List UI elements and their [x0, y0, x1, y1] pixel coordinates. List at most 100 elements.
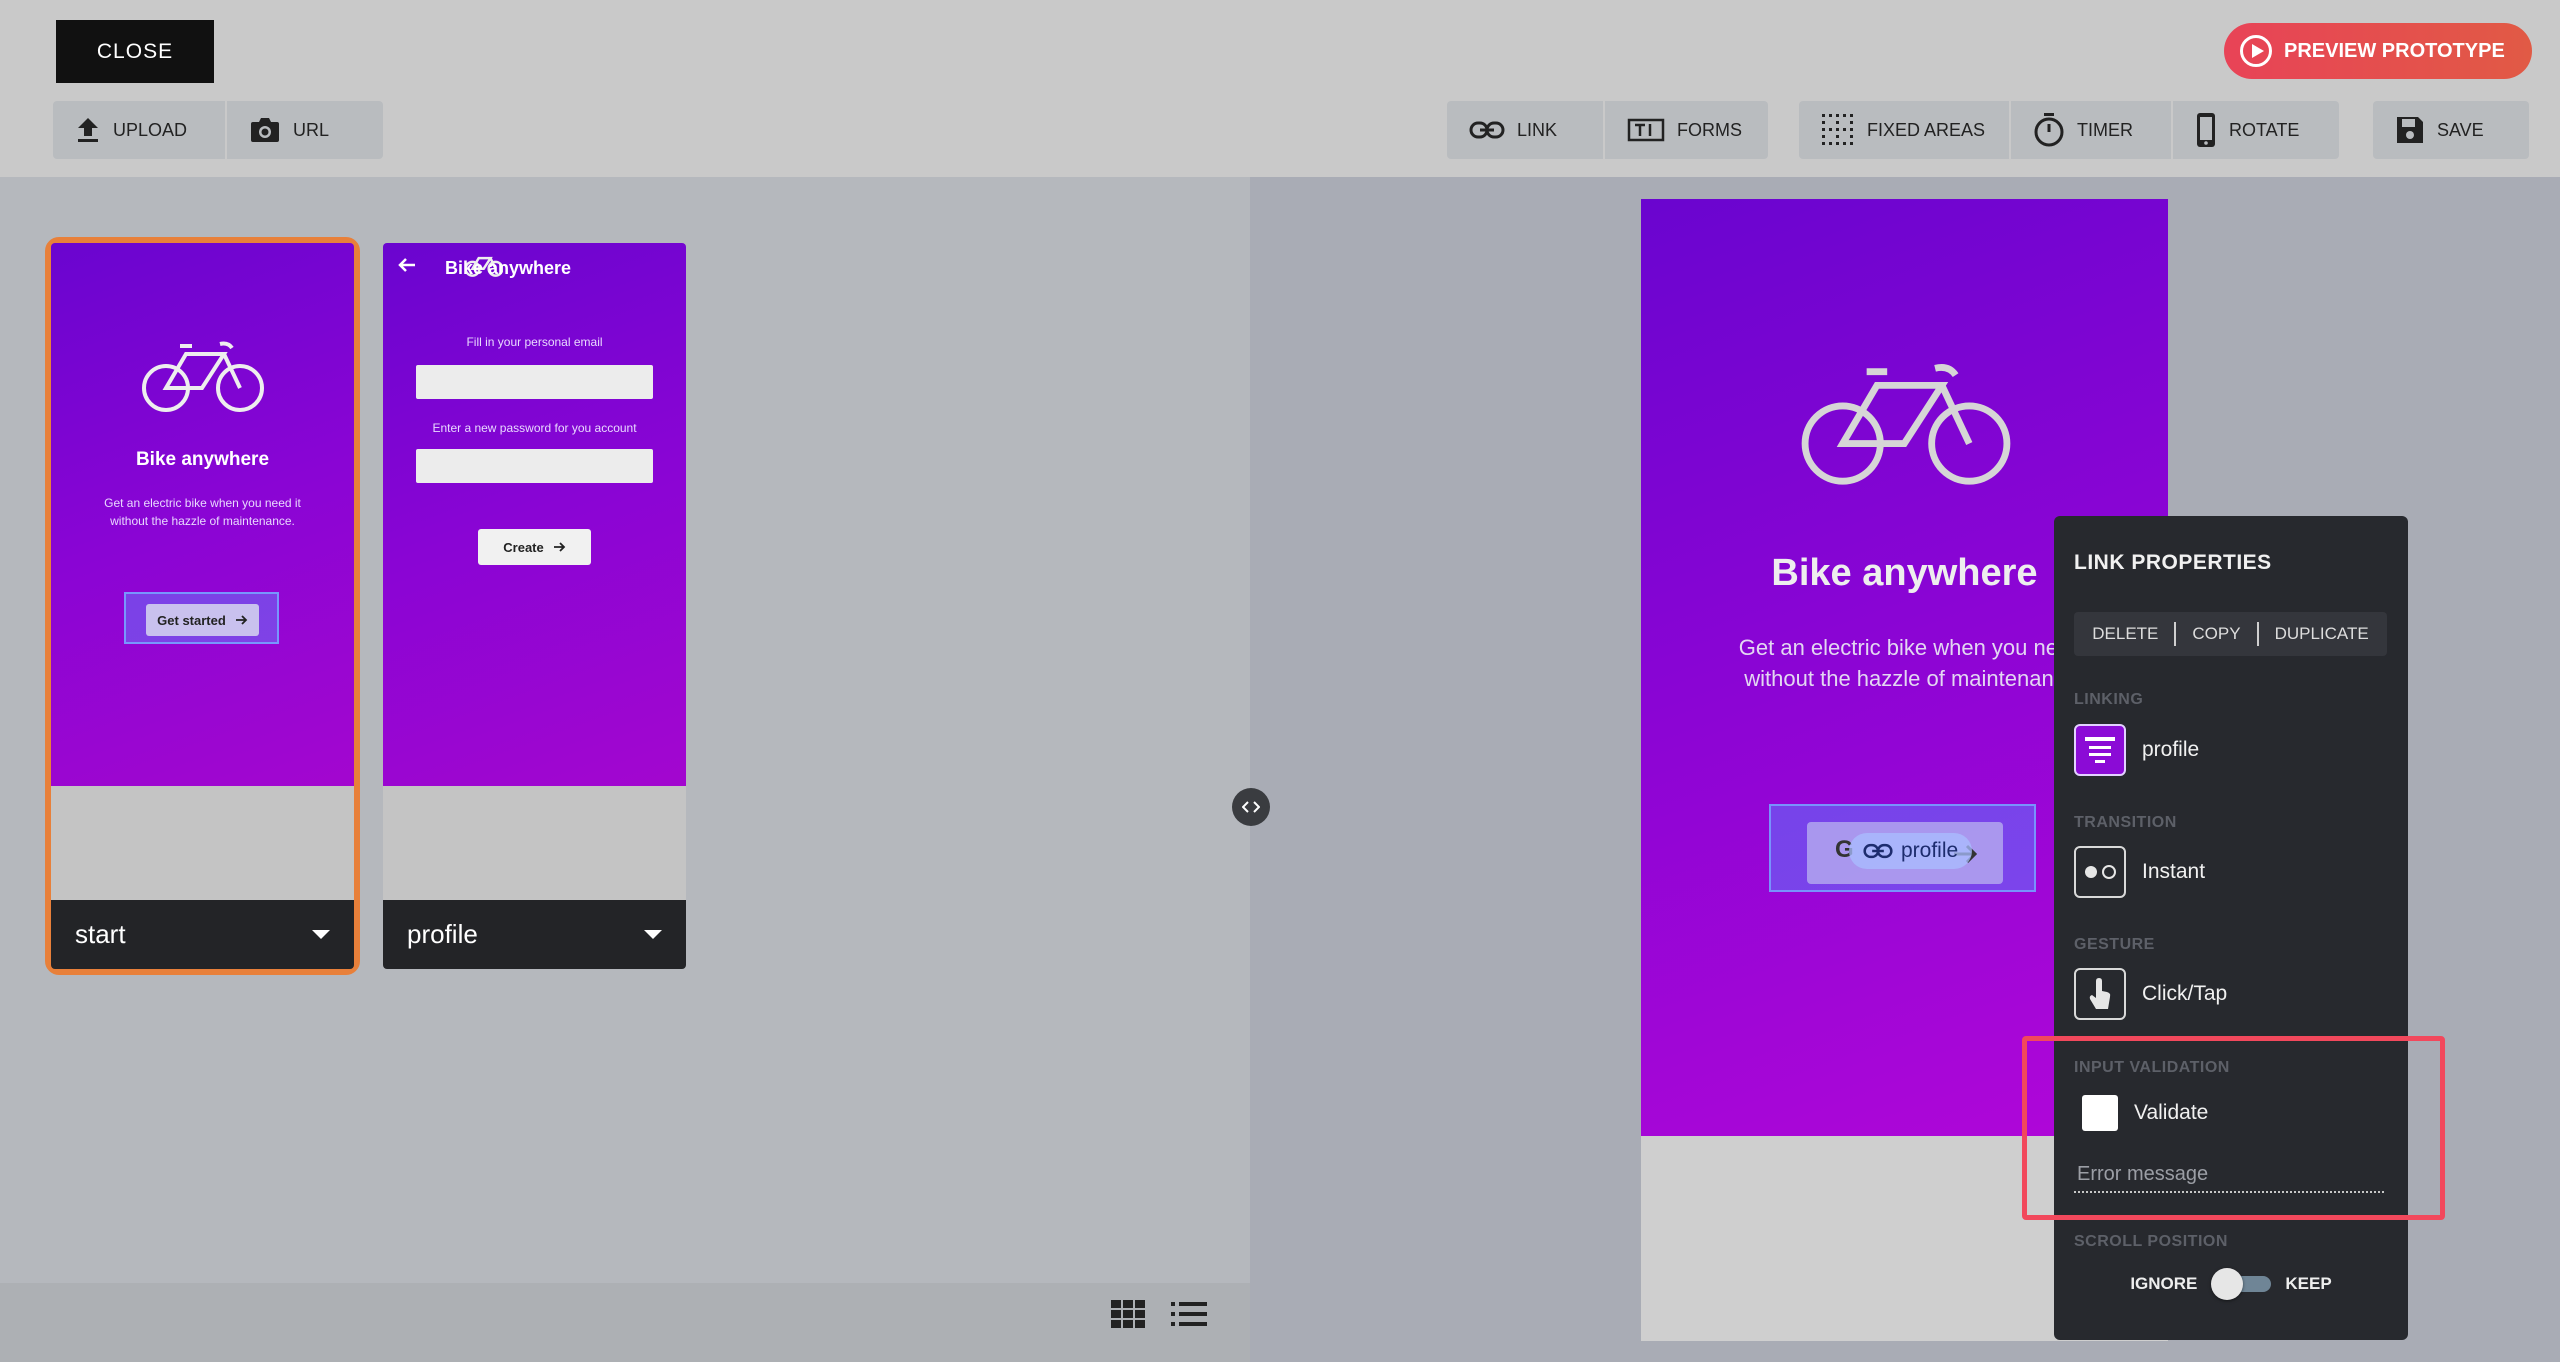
get-started-label: Get started — [157, 612, 226, 628]
link-icon — [1469, 121, 1505, 139]
list-view-icon[interactable] — [1171, 1300, 1207, 1328]
screen-text-line2: without the hazzle of maintenance. — [110, 514, 295, 528]
scroll-position-section-label: SCROLL POSITION — [2074, 1233, 2228, 1250]
text-field-icon — [1627, 118, 1665, 142]
fixed-areas-button[interactable]: FIXED AREAS — [1799, 101, 2011, 159]
transition-selector[interactable]: Instant — [2074, 846, 2205, 898]
link-button[interactable]: LINK — [1447, 101, 1605, 159]
back-arrow-icon — [398, 258, 415, 272]
dotted-grid-icon — [1822, 114, 1853, 145]
close-button[interactable]: CLOSE — [56, 20, 214, 83]
link-label: LINK — [1517, 119, 1558, 140]
gesture-value: Click/Tap — [2142, 982, 2228, 1005]
toggle-knob — [2211, 1268, 2244, 1300]
ignore-label: IGNORE — [2130, 1274, 2198, 1293]
screen-header: Bike anywhere — [445, 258, 572, 278]
link-forms-group: LINK FORMS — [1447, 101, 1768, 159]
caret-down-icon[interactable] — [644, 930, 662, 939]
forms-button[interactable]: FORMS — [1605, 101, 1768, 159]
panel-title: LINK PROPERTIES — [2074, 551, 2272, 574]
play-icon — [2240, 35, 2272, 67]
transition-section-label: TRANSITION — [2074, 814, 2177, 831]
linking-target-selector[interactable]: profile — [2074, 724, 2199, 776]
screen-preview: Bike anywhere Get an electric bike when … — [51, 243, 354, 786]
screen-footer[interactable]: profile — [383, 900, 686, 969]
bicycle-icon — [142, 341, 264, 412]
upload-icon — [78, 118, 98, 142]
tap-hand-icon — [2074, 968, 2126, 1020]
get-started-button: Get started — [146, 604, 259, 636]
gesture-selector[interactable]: Click/Tap — [2074, 968, 2227, 1020]
password-input — [416, 449, 653, 483]
preview-prototype-label: PREVIEW PROTOTYPE — [2284, 39, 2505, 62]
view-mode-switch — [1111, 1300, 1207, 1328]
keep-label: KEEP — [2285, 1274, 2332, 1293]
view-mode-bar — [0, 1283, 1250, 1362]
screen-text-line1: Get an electric bike when you need it — [104, 496, 301, 510]
separator — [2174, 622, 2177, 646]
screen-title: Bike anywhere — [135, 449, 270, 470]
camera-icon — [251, 118, 279, 142]
link-chip-label: profile — [1901, 839, 1959, 862]
caret-down-icon[interactable] — [312, 930, 330, 939]
screen-preview: Bike anywhere Fill in your personal emai… — [383, 243, 686, 786]
url-button[interactable]: URL — [227, 101, 383, 159]
validate-checkbox[interactable] — [2082, 1095, 2118, 1131]
copy-link-button[interactable]: COPY — [2192, 624, 2240, 644]
password-label: Enter a new password for you account — [432, 421, 637, 435]
url-label: URL — [293, 119, 330, 140]
gesture-section-label: GESTURE — [2074, 936, 2155, 953]
delete-link-button[interactable]: DELETE — [2092, 624, 2158, 644]
grid-view-icon[interactable] — [1111, 1300, 1145, 1328]
code-arrows-icon — [1242, 801, 1260, 813]
panel-resize-handle[interactable] — [1232, 788, 1270, 826]
linking-section-label: LINKING — [2074, 691, 2144, 708]
arrow-right-icon — [553, 542, 566, 552]
rotate-label: ROTATE — [2229, 119, 2300, 140]
input-validation-section-label: INPUT VALIDATION — [2074, 1059, 2230, 1076]
top-toolbar: CLOSE PREVIEW PROTOTYPE UPLOAD URL LINK … — [0, 0, 2560, 177]
screen-tools-group: FIXED AREAS TIMER ROTATE — [1799, 101, 2339, 159]
screen-blank-area — [51, 786, 354, 900]
transition-dots-icon — [2074, 846, 2126, 898]
create-label: Create — [503, 539, 544, 555]
timer-button[interactable]: TIMER — [2011, 101, 2173, 159]
screen-thumbnail-icon — [2074, 724, 2126, 776]
arrow-right-icon — [235, 615, 248, 625]
link-actions: DELETE COPY DUPLICATE — [2074, 612, 2387, 656]
email-label: Fill in your personal email — [466, 335, 603, 349]
upload-button[interactable]: UPLOAD — [53, 101, 227, 159]
create-button: Create — [478, 529, 591, 565]
validate-option[interactable]: Validate — [2082, 1095, 2208, 1131]
scroll-position-switch: IGNORE KEEP — [2054, 1268, 2408, 1300]
screen-thumb-profile[interactable]: Bike anywhere Fill in your personal emai… — [383, 243, 686, 969]
save-label: SAVE — [2437, 119, 2484, 140]
duplicate-link-button[interactable]: DUPLICATE — [2275, 624, 2369, 644]
timer-icon — [2034, 113, 2064, 147]
screen-name: profile — [407, 919, 478, 949]
screen-thumb-start[interactable]: Bike anywhere Get an electric bike when … — [45, 237, 360, 975]
floppy-disk-icon — [2397, 117, 2423, 143]
linking-value: profile — [2142, 738, 2200, 761]
upload-group: UPLOAD URL — [53, 101, 383, 159]
upload-label: UPLOAD — [113, 119, 188, 140]
fixed-areas-label: FIXED AREAS — [1867, 119, 1986, 140]
save-button[interactable]: SAVE — [2373, 101, 2529, 159]
separator — [2256, 622, 2259, 646]
rotate-button[interactable]: ROTATE — [2173, 101, 2339, 159]
bicycle-icon — [1801, 363, 2011, 485]
link-target-chip[interactable]: profile — [1849, 833, 1973, 869]
timer-label: TIMER — [2077, 119, 2133, 140]
forms-label: FORMS — [1677, 119, 1742, 140]
link-icon — [1863, 843, 1893, 859]
screen-footer[interactable]: start — [51, 900, 354, 969]
scroll-position-toggle[interactable] — [2211, 1268, 2272, 1300]
validate-label: Validate — [2134, 1101, 2209, 1124]
save-group: SAVE — [2373, 101, 2529, 159]
screen-blank-area — [383, 786, 686, 900]
link-properties-panel: LINK PROPERTIES DELETE COPY DUPLICATE LI… — [2054, 516, 2408, 1340]
error-message-input[interactable] — [2074, 1157, 2384, 1193]
transition-value: Instant — [2142, 860, 2206, 883]
screen-name: start — [75, 919, 126, 949]
preview-prototype-button[interactable]: PREVIEW PROTOTYPE — [2224, 23, 2532, 79]
